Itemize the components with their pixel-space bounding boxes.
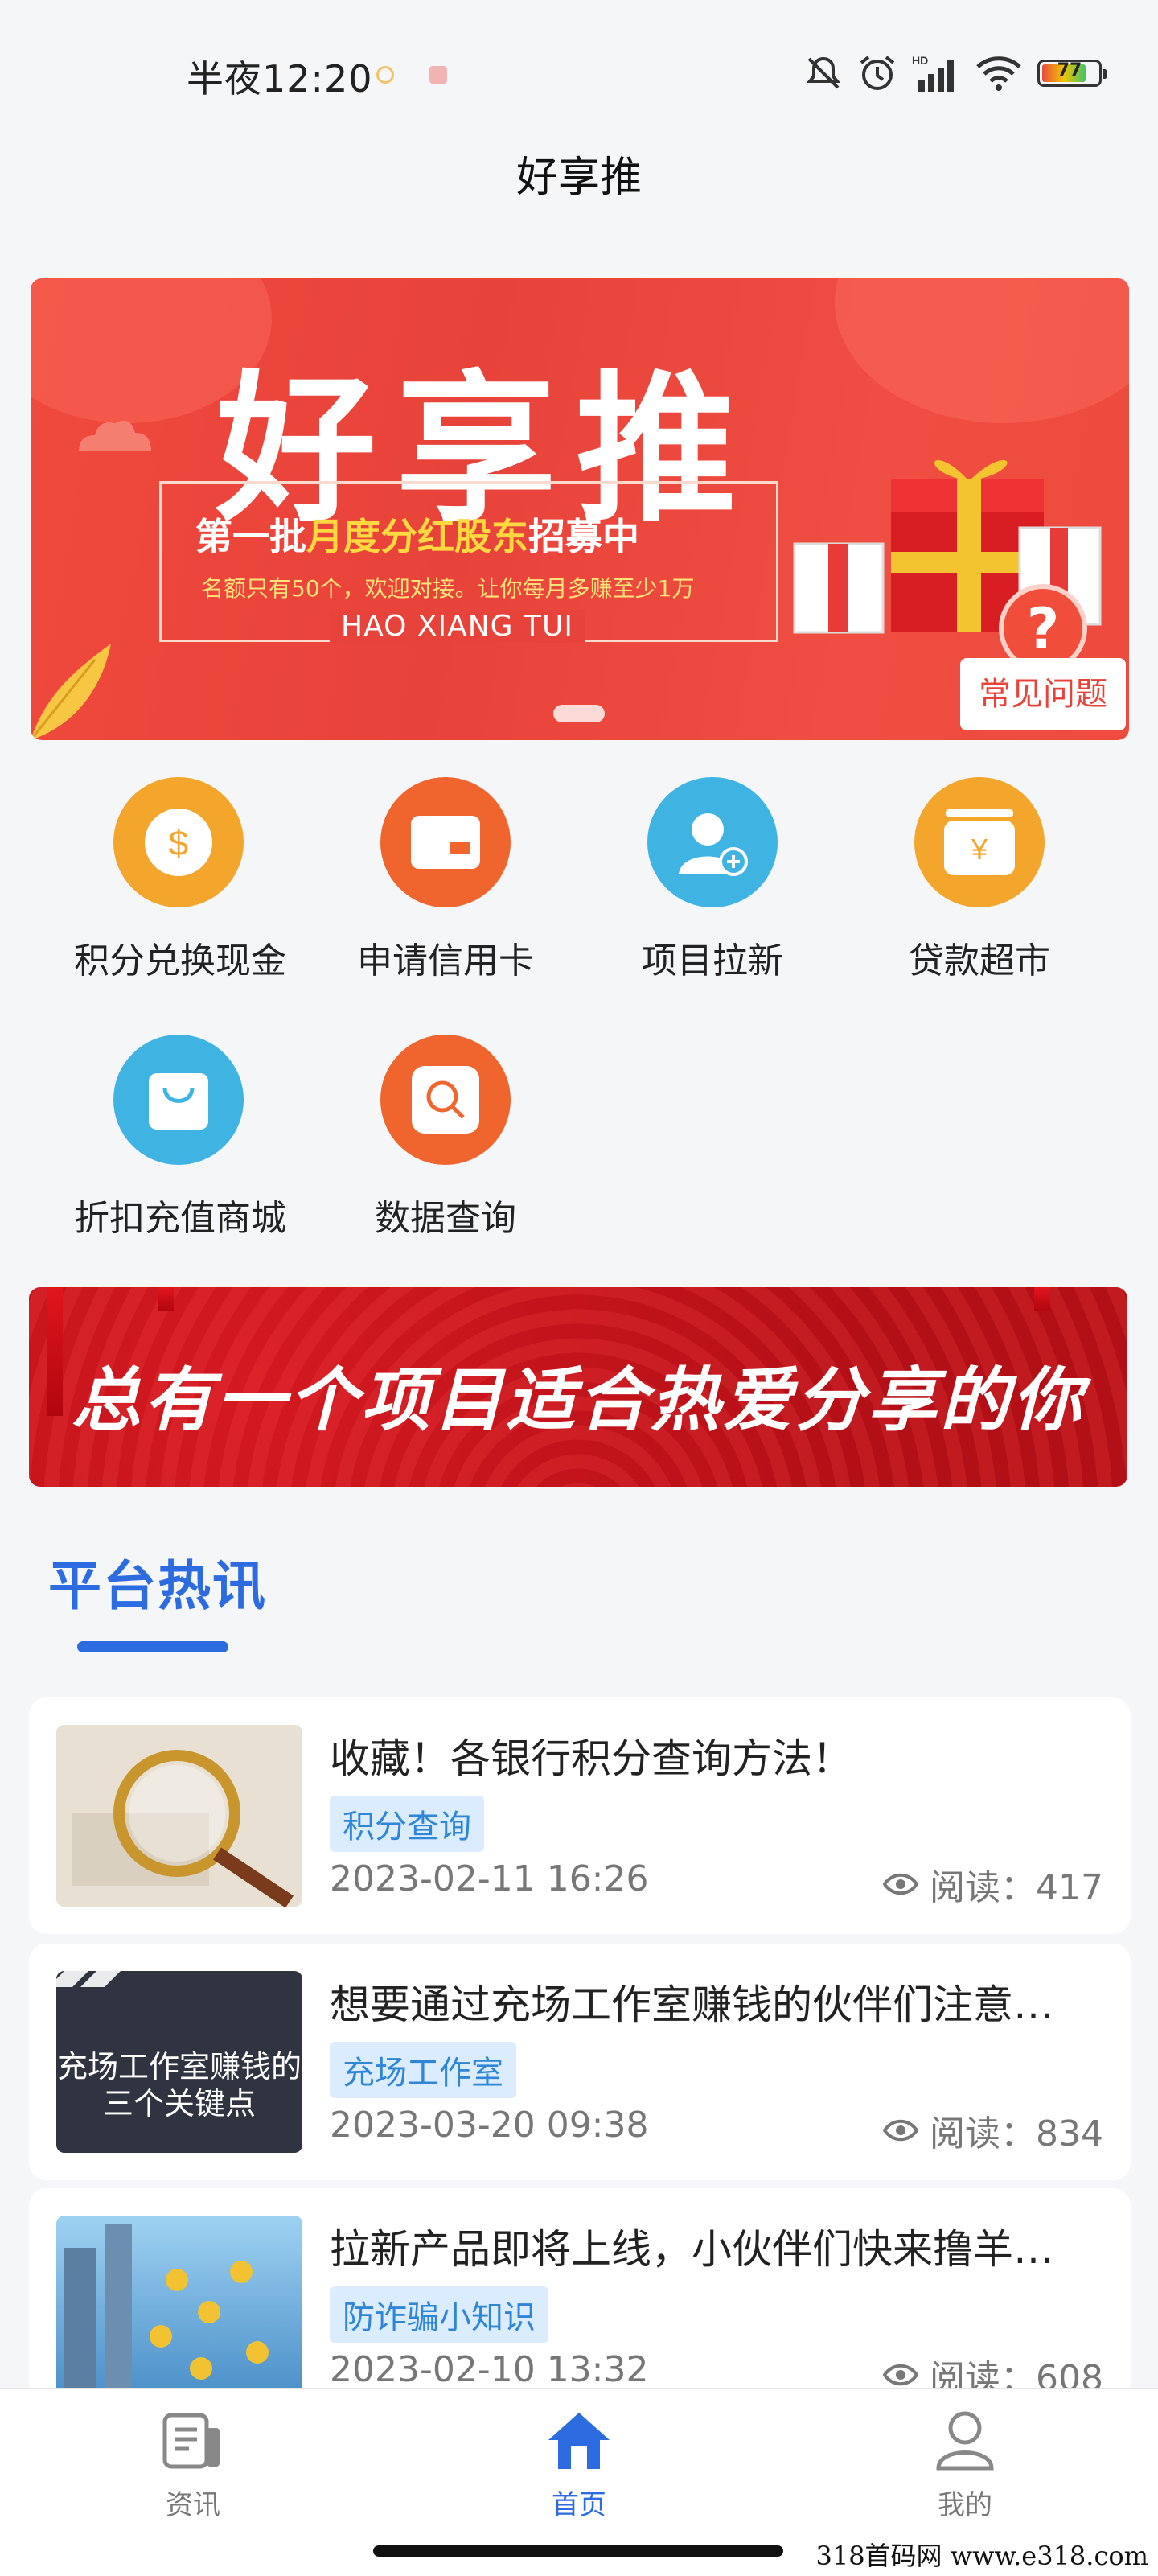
news-card[interactable]: 收藏！各银行积分查询方法！ 积分查询 2023-02-11 16:26 阅读：4…	[29, 1697, 1131, 1934]
nav-label: 资讯	[166, 2489, 220, 2521]
section-underline	[77, 1641, 228, 1652]
cloud-icon	[79, 420, 151, 451]
mute-icon	[806, 56, 841, 89]
grid-item-points-cash[interactable]: $ 积分兑换现金	[74, 777, 286, 983]
banner-headline: 第一批月度分红股东招募中	[195, 508, 639, 561]
news-title: 收藏！各银行积分查询方法！	[330, 1735, 852, 1782]
nav-label: 首页	[552, 2489, 606, 2521]
news-thumbnail: 充场工作室赚钱的 三个关键点	[56, 1971, 302, 2153]
battery-level: 77	[1057, 60, 1082, 80]
battery-icon: 77	[1037, 60, 1107, 87]
lantern-decoration	[158, 1287, 174, 1311]
search-icon	[380, 1035, 511, 1165]
news-tag[interactable]: 充场工作室	[330, 2042, 516, 2098]
grid-label: 数据查询	[375, 1198, 516, 1239]
profile-icon	[933, 2409, 997, 2473]
promo-banner[interactable]: 好享推 第一批月度分红股东招募中 名额只有50个，欢迎对接。让你每月多赚至少1万…	[31, 278, 1129, 740]
nav-label: 我的	[938, 2489, 992, 2521]
news-tag[interactable]: 防诈骗小知识	[330, 2286, 548, 2343]
grid-label: 折扣充值商城	[74, 1198, 286, 1239]
signal-icon: HD	[912, 54, 954, 92]
app-notification-icon	[429, 66, 447, 84]
leaf-decoration-icon	[31, 644, 111, 740]
watermark: 318首码网 www.e318.com	[809, 2536, 1155, 2573]
alarm-icon	[860, 56, 895, 90]
news-title: 想要通过充场工作室赚钱的伙伴们注意…	[330, 1981, 1053, 2028]
svg-text:¥: ¥	[971, 833, 988, 866]
grid-label: 申请信用卡	[357, 940, 534, 981]
eye-icon	[883, 1873, 919, 1895]
grid-item-new-users[interactable]: 项目拉新	[608, 777, 817, 983]
news-date: 2023-02-11 16:26	[330, 1858, 649, 1899]
news-date: 2023-02-10 13:32	[330, 2349, 649, 2390]
app-title: 好享推	[515, 154, 642, 202]
news-reads-count: 阅读：834	[930, 2113, 1103, 2154]
banner-subtext: 名额只有50个，欢迎对接。让你每月多赚至少1万	[201, 575, 695, 602]
notification-icon	[376, 66, 394, 84]
section-title[interactable]: 平台热讯	[48, 1543, 267, 1620]
home-indicator[interactable]	[373, 2545, 783, 2557]
banner-tagline: HAO XIANG TUI	[330, 610, 585, 643]
grid-label: 贷款超市	[909, 940, 1050, 981]
faq-button[interactable]: 常见问题	[960, 658, 1126, 730]
add-user-icon	[647, 777, 778, 907]
slogan-banner[interactable]: 总有一个项目适合热爱分享的你	[29, 1287, 1127, 1487]
carousel-indicator	[553, 705, 605, 722]
banner-headline-highlight: 月度分红股东	[306, 515, 528, 558]
news-reads: 阅读：834	[883, 2105, 1103, 2156]
eye-icon	[883, 2364, 919, 2386]
banner-headline-suffix: 招募中	[528, 515, 639, 558]
eye-icon	[883, 2119, 919, 2142]
news-thumbnail	[56, 2216, 302, 2397]
news-date: 2023-03-20 09:38	[330, 2105, 649, 2146]
news-card[interactable]: 充场工作室赚钱的 三个关键点 想要通过充场工作室赚钱的伙伴们注意… 充场工作室 …	[29, 1944, 1131, 2180]
grid-label: 积分兑换现金	[74, 940, 286, 981]
grid-item-credit-card[interactable]: 申请信用卡	[341, 777, 550, 983]
grid-label: 项目拉新	[642, 940, 783, 981]
status-time: 半夜12:20	[187, 57, 373, 101]
coin-dollar-icon: $	[113, 777, 244, 907]
svg-text:HD: HD	[912, 54, 928, 67]
grid-item-loan-market[interactable]: ¥ 贷款超市	[875, 777, 1084, 983]
lantern-decoration	[1034, 1287, 1050, 1311]
yen-wallet-icon: ¥	[914, 777, 1045, 907]
credit-card-icon	[380, 777, 511, 907]
wifi-icon	[976, 56, 1021, 91]
grid-item-data-query[interactable]: 数据查询	[341, 1035, 550, 1241]
home-icon	[547, 2409, 611, 2473]
svg-text:$: $	[169, 824, 188, 863]
nav-item-news[interactable]: 资讯	[113, 2409, 273, 2522]
thumbnail-caption-line1: 充场工作室赚钱的	[56, 2049, 302, 2084]
slogan-text: 总有一个项目适合热爱分享的你	[72, 1360, 1085, 1441]
banner-headline-prefix: 第一批	[195, 515, 306, 558]
nav-item-profile[interactable]: 我的	[885, 2409, 1045, 2522]
grid-item-discount-mall[interactable]: 折扣充值商城	[74, 1035, 286, 1241]
nav-item-home[interactable]: 首页	[499, 2409, 659, 2522]
status-bar: 半夜12:20 HD 77	[0, 0, 1158, 153]
news-thumbnail	[56, 1725, 302, 1907]
news-tag[interactable]: 积分查询	[330, 1796, 484, 1852]
news-title: 拉新产品即将上线，小伙伴们快来撸羊…	[330, 2226, 1053, 2273]
thumbnail-caption-line2: 三个关键点	[102, 2086, 256, 2121]
news-icon	[161, 2409, 225, 2473]
news-reads-count: 阅读：417	[930, 1867, 1103, 1908]
shopping-bag-icon	[113, 1035, 244, 1165]
news-reads: 阅读：417	[883, 1858, 1103, 1910]
